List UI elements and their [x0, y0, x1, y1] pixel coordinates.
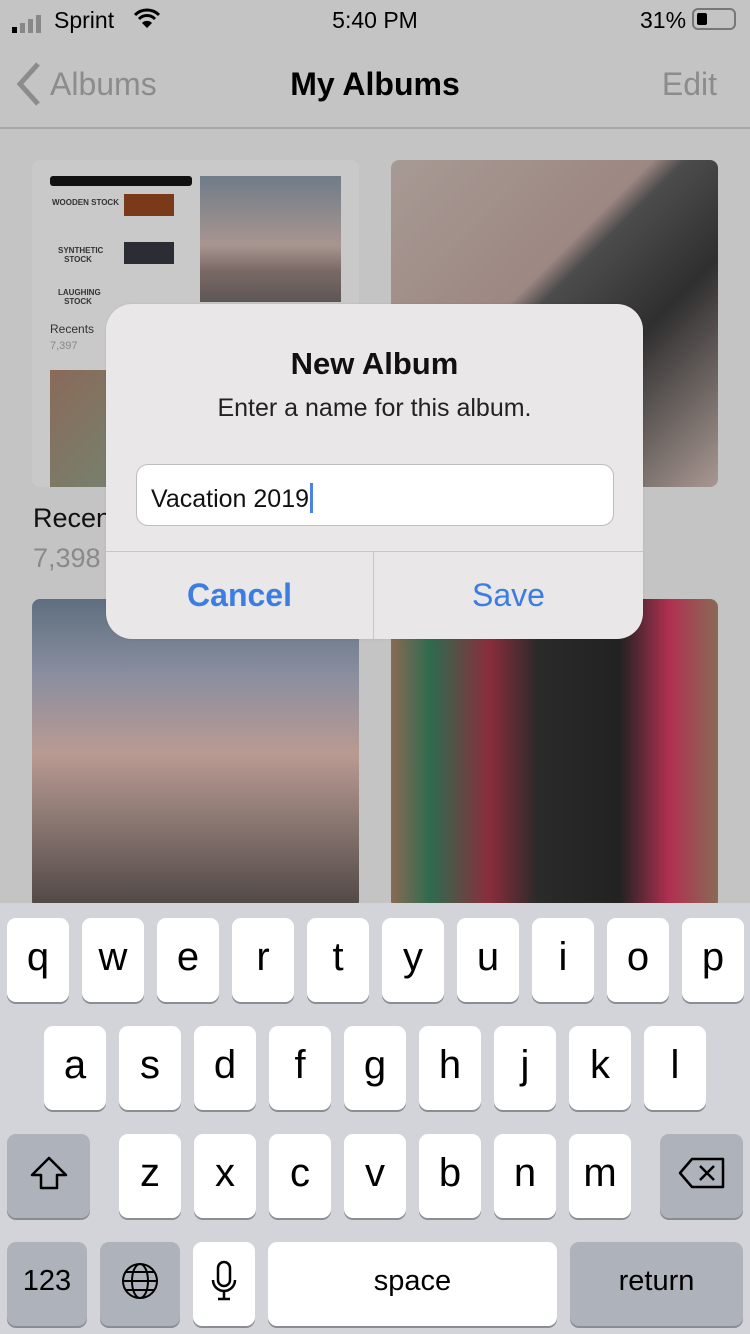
key-o[interactable]: o [607, 918, 669, 1002]
key-b[interactable]: b [419, 1134, 481, 1218]
key-r[interactable]: r [232, 918, 294, 1002]
keyboard: q w e r t y u i o p a s d f g h j k l z x c v b n m 123 space return [0, 903, 750, 1334]
numbers-key[interactable]: 123 [7, 1242, 87, 1326]
key-x[interactable]: x [194, 1134, 256, 1218]
globe-key[interactable] [100, 1242, 180, 1326]
key-n[interactable]: n [494, 1134, 556, 1218]
key-k[interactable]: k [569, 1026, 631, 1110]
space-key[interactable]: space [268, 1242, 557, 1326]
album-thumbnail-3[interactable] [32, 599, 359, 909]
key-z[interactable]: z [119, 1134, 181, 1218]
key-d[interactable]: d [194, 1026, 256, 1110]
key-a[interactable]: a [44, 1026, 106, 1110]
clock: 5:40 PM [332, 7, 418, 33]
key-i[interactable]: i [532, 918, 594, 1002]
key-y[interactable]: y [382, 918, 444, 1002]
battery-icon [692, 8, 736, 30]
return-key[interactable]: return [570, 1242, 743, 1326]
text-caret [310, 483, 313, 513]
status-bar: Sprint 5:40 PM 31% [0, 0, 750, 40]
key-g[interactable]: g [344, 1026, 406, 1110]
key-v[interactable]: v [344, 1134, 406, 1218]
new-album-dialog: New Album Enter a name for this album. V… [106, 304, 643, 639]
key-m[interactable]: m [569, 1134, 631, 1218]
key-j[interactable]: j [494, 1026, 556, 1110]
delete-key[interactable] [660, 1134, 743, 1218]
microphone-icon [211, 1260, 237, 1301]
shift-key[interactable] [7, 1134, 90, 1218]
key-h[interactable]: h [419, 1026, 481, 1110]
save-button[interactable]: Save [374, 551, 643, 639]
delete-icon [678, 1157, 724, 1189]
globe-icon [122, 1263, 158, 1299]
album-count: 7,398 [33, 543, 101, 573]
shift-icon [30, 1156, 67, 1190]
key-p[interactable]: p [682, 918, 744, 1002]
dialog-title: New Album [290, 346, 459, 381]
cancel-button[interactable]: Cancel [106, 551, 374, 639]
key-c[interactable]: c [269, 1134, 331, 1218]
edit-button[interactable]: Edit [662, 66, 717, 103]
key-s[interactable]: s [119, 1026, 181, 1110]
key-w[interactable]: w [82, 918, 144, 1002]
dialog-message: Enter a name for this album. [217, 394, 532, 422]
key-l[interactable]: l [644, 1026, 706, 1110]
key-e[interactable]: e [157, 918, 219, 1002]
page-title: My Albums [290, 66, 460, 102]
battery-percent: 31% [640, 7, 687, 33]
key-f[interactable]: f [269, 1026, 331, 1110]
key-q[interactable]: q [7, 918, 69, 1002]
key-t[interactable]: t [307, 918, 369, 1002]
album-thumbnail-4[interactable] [391, 599, 718, 909]
key-u[interactable]: u [457, 918, 519, 1002]
dictation-key[interactable] [193, 1242, 255, 1326]
album-name-input[interactable]: Vacation 2019 [136, 464, 614, 526]
navigation-bar: Albums My Albums Edit [0, 40, 750, 129]
